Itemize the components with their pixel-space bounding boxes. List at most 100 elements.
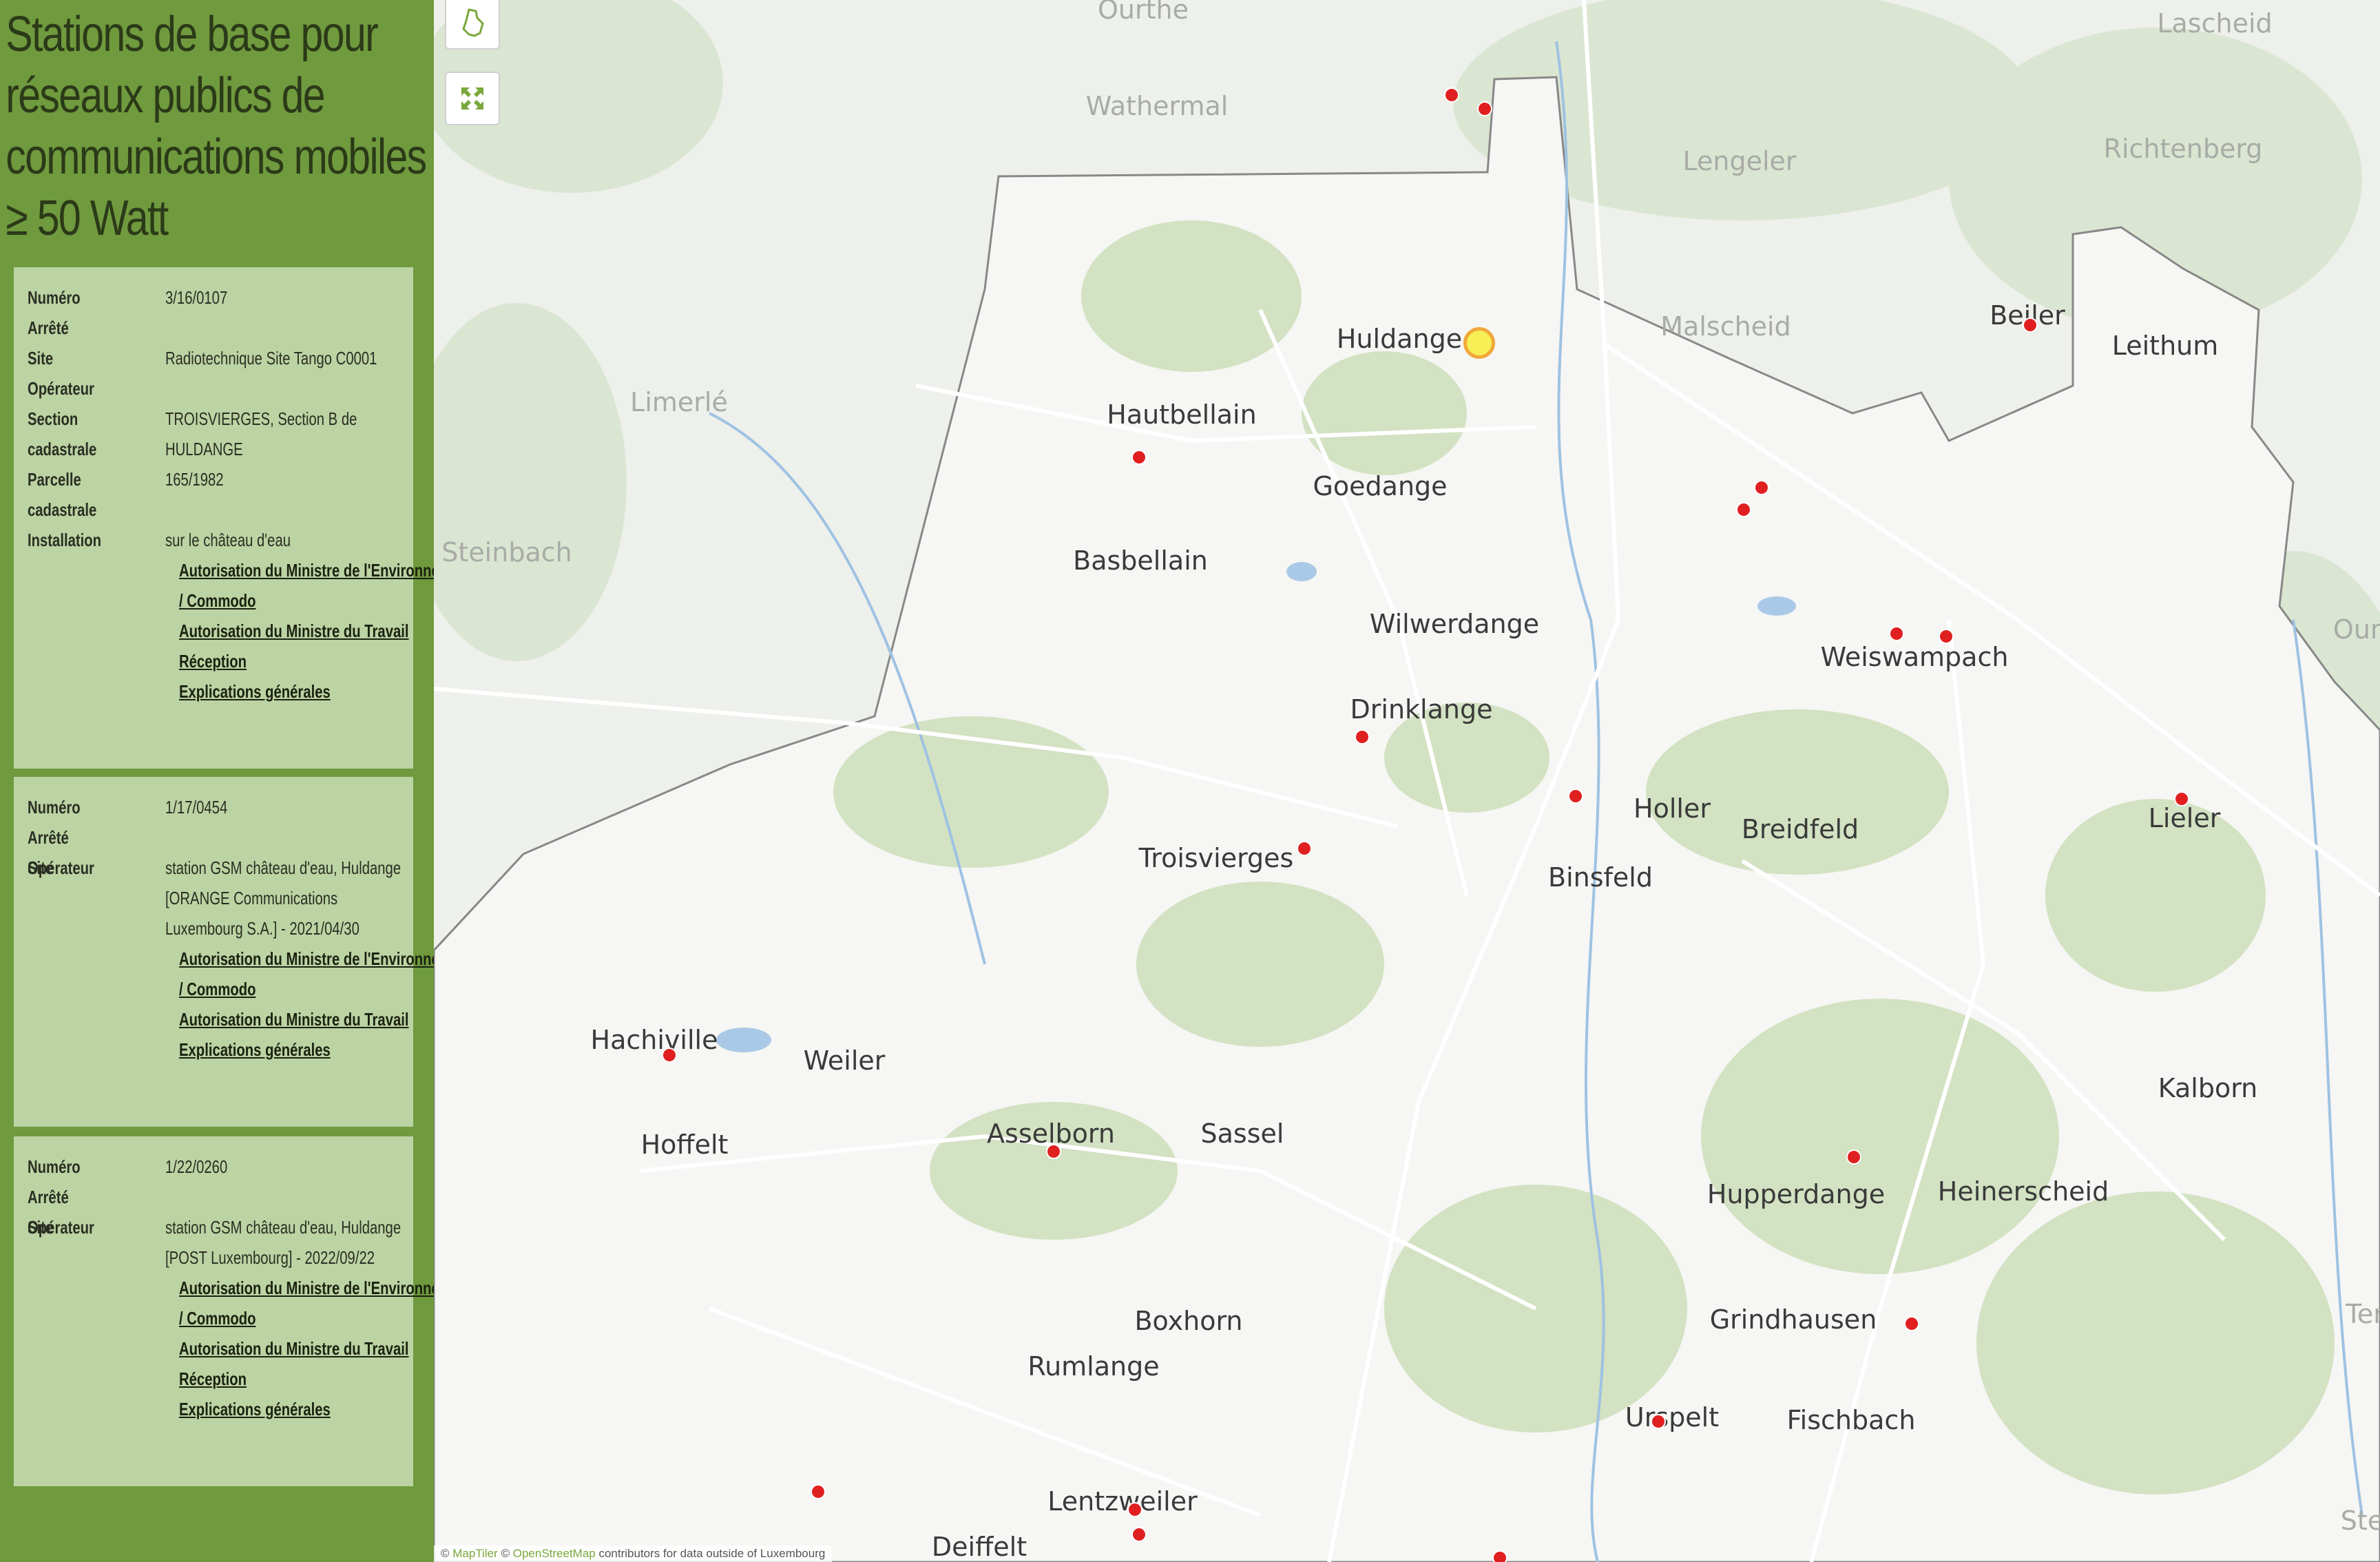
link-autorisation-travail[interactable]: Autorisation du Ministre du Travail <box>179 1004 434 1034</box>
place-label: Lentzweiler <box>1047 1486 1198 1517</box>
station-marker[interactable] <box>2174 791 2189 806</box>
info-sidebar: Stations de base pour réseaux publics de… <box>0 0 434 1562</box>
attribution-sep: © <box>497 1547 513 1560</box>
label-operateur: Opérateur <box>28 1217 94 1238</box>
label-arrete: Arrêté <box>28 1187 69 1207</box>
map-attribution: © MapTiler © OpenStreetMap contributors … <box>434 1545 833 1562</box>
link-reception[interactable]: Réception <box>179 1364 434 1394</box>
station-marker[interactable] <box>1651 1414 1666 1429</box>
place-label: Oure <box>2332 614 2380 645</box>
station-card: Numéro 1/22/0260 Arrêté Site station GSM c… <box>14 1136 434 1486</box>
place-label: Limerlé <box>630 387 728 417</box>
label-arrete: Arrêté <box>28 317 69 338</box>
station-marker[interactable] <box>1754 480 1769 495</box>
value-numero: 1/17/0454 <box>165 797 228 818</box>
link-explications[interactable]: Explications générales <box>179 1394 434 1424</box>
value-site: Radiotechnique Site Tango C0001 <box>165 348 377 368</box>
value-numero: 1/22/0260 <box>165 1156 228 1177</box>
station-marker[interactable] <box>1939 629 1954 644</box>
station-marker[interactable] <box>1131 450 1147 465</box>
place-label: Hautbellain <box>1107 399 1257 430</box>
label-section: Section cadastrale <box>28 408 97 459</box>
station-marker[interactable] <box>1889 626 1904 641</box>
place-label: Ste <box>2340 1506 2380 1536</box>
station-marker[interactable] <box>1297 841 1312 856</box>
place-label: Drinklange <box>1350 694 1493 725</box>
station-marker[interactable] <box>1568 789 1583 804</box>
link-autorisation-environnement[interactable]: Autorisation du Ministre de l'Environnem… <box>179 555 434 616</box>
label-operateur: Opérateur <box>28 378 94 399</box>
place-label: Deiffelt <box>931 1532 1027 1562</box>
place-label: Weiler <box>803 1045 886 1076</box>
value-site: station GSM château d'eau, Huldange [ORA… <box>165 857 401 939</box>
station-marker[interactable] <box>2023 317 2038 333</box>
map-view[interactable]: Ourthe Wathermal Lascheid Lengeler Richt… <box>434 0 2380 1562</box>
place-label: Holler <box>1633 793 1711 824</box>
attribution-suffix: contributors for data outside of Luxembo… <box>595 1547 826 1560</box>
station-marker[interactable] <box>1444 87 1459 103</box>
luxembourg-outline-icon[interactable] <box>445 0 500 50</box>
label-operateur: Opérateur <box>28 857 94 878</box>
station-marker[interactable] <box>1904 1316 1919 1331</box>
station-card: Numéro 3/16/0107 Arrêté Site Radiotechniqu… <box>14 267 434 769</box>
place-label: Ourthe <box>1098 0 1189 25</box>
place-label: Basbellain <box>1073 545 1208 576</box>
place-label: Heinerscheid <box>1937 1176 2109 1207</box>
station-marker[interactable] <box>811 1484 826 1499</box>
place-label: Wathermal <box>1085 91 1229 121</box>
station-marker[interactable] <box>1131 1527 1147 1542</box>
panel-title: Stations de base pour réseaux publics de… <box>6 7 427 246</box>
link-autorisation-travail[interactable]: Autorisation du Ministre du Travail <box>179 616 434 646</box>
place-label: Steinbach <box>441 537 572 567</box>
place-label: Hupperdange <box>1706 1179 1886 1209</box>
place-label: Fischbach <box>1786 1405 1916 1435</box>
fullscreen-icon[interactable] <box>445 72 500 125</box>
place-label: Lascheid <box>2157 8 2273 39</box>
place-label: Weiswampach <box>1820 642 2009 672</box>
place-label: Lengeler <box>1682 146 1797 176</box>
place-label: Urspelt <box>1625 1402 1720 1433</box>
maptiler-link[interactable]: MapTiler <box>452 1547 498 1560</box>
place-label: Kalborn <box>2158 1073 2258 1103</box>
place-label: Wilwerdange <box>1369 609 1540 639</box>
place-label: Breidfeld <box>1741 814 1859 844</box>
station-marker[interactable] <box>662 1048 677 1063</box>
link-explications[interactable]: Explications générales <box>179 676 434 707</box>
link-autorisation-environnement[interactable]: Autorisation du Ministre de l'Environnem… <box>179 1273 434 1333</box>
station-marker[interactable] <box>1846 1149 1861 1165</box>
place-label: Goedange <box>1313 471 1448 501</box>
label-arrete: Arrêté <box>28 827 69 848</box>
station-marker[interactable] <box>1355 729 1370 744</box>
place-label: Lieler <box>2148 803 2221 833</box>
attribution-prefix: © <box>441 1547 453 1560</box>
station-marker[interactable] <box>1492 1550 1507 1562</box>
station-marker[interactable] <box>1736 502 1751 517</box>
place-label: Richtenberg <box>2103 134 2263 164</box>
place-label: Huldange <box>1336 324 1463 354</box>
place-label: Leithum <box>2111 331 2219 361</box>
label-numero: Numéro <box>28 287 81 308</box>
station-card: Numéro 1/17/0454 Arrêté Site station GSM c… <box>14 777 434 1127</box>
value-parcelle: 165/1982 <box>165 469 224 490</box>
link-autorisation-travail[interactable]: Autorisation du Ministre du Travail <box>179 1333 434 1364</box>
link-explications[interactable]: Explications générales <box>179 1034 434 1065</box>
label-numero: Numéro <box>28 1156 81 1177</box>
selected-station-marker[interactable] <box>1463 327 1495 359</box>
place-label: Rumlange <box>1027 1351 1160 1382</box>
label-parcelle: Parcelle cadastrale <box>28 469 97 520</box>
place-label: Binsfeld <box>1548 862 1653 893</box>
place-label: Malscheid <box>1660 311 1791 342</box>
place-label: Hachiville <box>590 1025 718 1055</box>
place-label: Grindhausen <box>1709 1304 1877 1335</box>
station-marker[interactable] <box>1477 101 1492 116</box>
value-installation: sur le château d'eau <box>165 530 291 550</box>
link-autorisation-environnement[interactable]: Autorisation du Ministre de l'Environnem… <box>179 944 434 1004</box>
value-site: station GSM château d'eau, Huldange [POS… <box>165 1217 401 1268</box>
label-numero: Numéro <box>28 797 81 818</box>
station-marker[interactable] <box>1046 1144 1061 1159</box>
link-reception[interactable]: Réception <box>179 646 434 676</box>
place-label: Ter <box>2346 1299 2380 1329</box>
place-label: Troisvierges <box>1138 843 1294 873</box>
station-marker[interactable] <box>1127 1502 1142 1517</box>
osm-link[interactable]: OpenStreetMap <box>513 1547 596 1560</box>
